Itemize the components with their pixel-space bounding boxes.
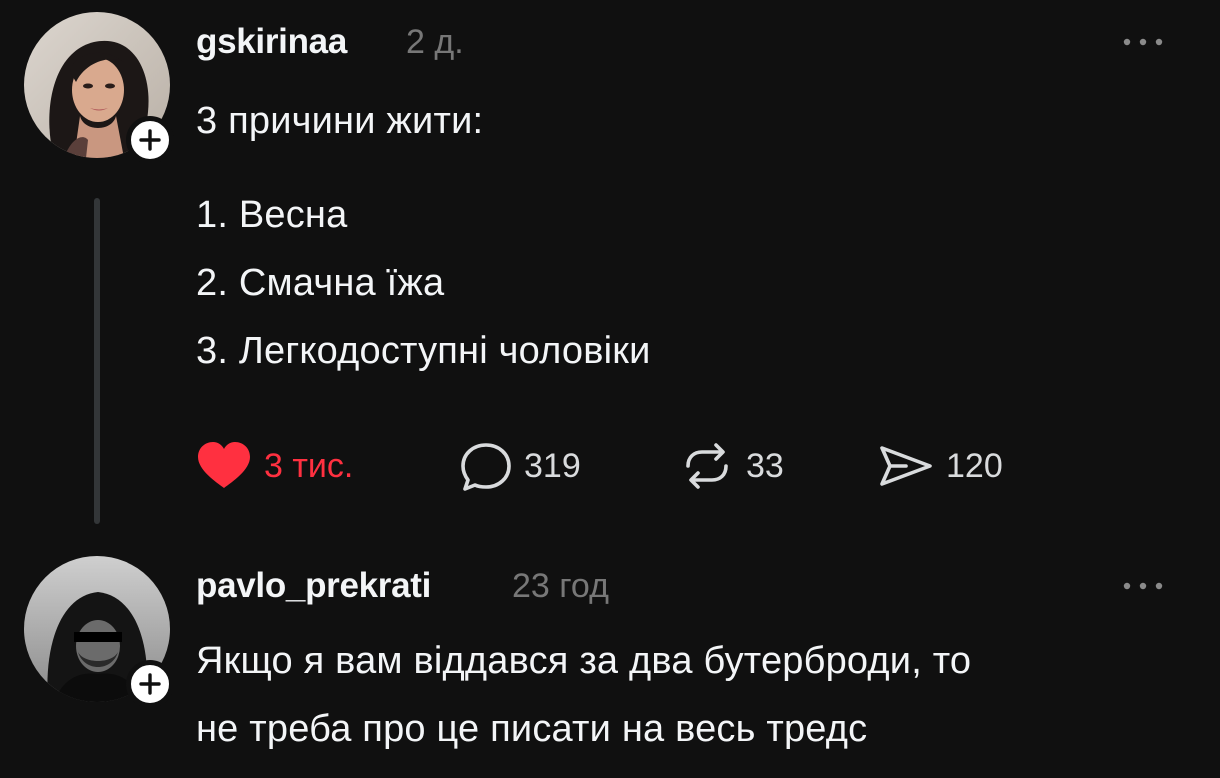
post-gskirinaa: gskirinaa 2 д. 3 причини жити: 1. Весна …	[0, 0, 1220, 530]
more-icon[interactable]	[1118, 32, 1168, 52]
post-text-line: Якщо я вам віддався за два бутерброди, т…	[196, 640, 972, 682]
repost-icon	[686, 443, 728, 489]
share-send-icon	[880, 446, 932, 486]
reply-bubble-icon	[461, 443, 511, 491]
heart-icon	[198, 442, 250, 488]
repost-count: 33	[746, 446, 784, 485]
username[interactable]: pavlo_prekrati	[196, 566, 431, 606]
plus-icon	[139, 129, 161, 151]
post-text-line: 3. Легкодоступні чоловіки	[196, 330, 651, 372]
avatar-container	[24, 556, 174, 708]
like-count: 3 тис.	[264, 446, 354, 485]
post-text-line: 1. Весна	[196, 194, 348, 236]
thread-line	[94, 198, 100, 524]
post-pavlo-prekrati: pavlo_prekrati 23 год Якщо я вам віддавс…	[0, 548, 1220, 778]
reply-count: 319	[524, 446, 581, 485]
timestamp: 2 д.	[406, 23, 464, 61]
follow-plus-button[interactable]	[126, 116, 174, 164]
plus-icon	[139, 673, 161, 695]
more-icon[interactable]	[1118, 576, 1168, 596]
post-text-line: 3 причини жити:	[196, 100, 484, 142]
post-text-line: 2. Смачна їжа	[196, 262, 445, 304]
follow-plus-button[interactable]	[126, 660, 174, 708]
username[interactable]: gskirinaa	[196, 22, 347, 62]
like-button[interactable]: 3 тис.	[194, 440, 353, 492]
share-button[interactable]: 120	[876, 440, 1003, 492]
avatar-container	[24, 12, 174, 164]
post-text-line: не треба про це писати на весь тредс	[196, 708, 868, 750]
repost-button[interactable]: 33	[678, 440, 784, 492]
share-count: 120	[946, 446, 1003, 485]
timestamp: 23 год	[512, 567, 609, 605]
reply-button[interactable]: 319	[458, 440, 581, 492]
